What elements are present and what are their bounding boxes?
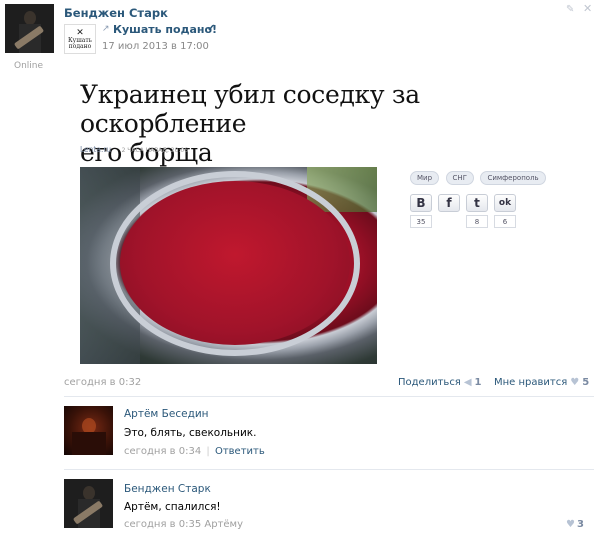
article-tags: Мир СНГ Симферополь [410, 170, 549, 185]
vk-share: В 35 [410, 194, 432, 228]
share-buttons: В 35 f t 8 ok 6 [410, 194, 516, 228]
comment-date[interactable]: сегодня в 0:35 Артёму [124, 519, 243, 530]
group-logo[interactable]: ✕ Кушать подано [64, 24, 96, 54]
twitter-icon[interactable]: t [466, 194, 488, 212]
article-photo[interactable] [80, 167, 377, 364]
post-author-name[interactable]: Бенджен Старк [64, 6, 168, 20]
vk-share-count: 35 [410, 215, 432, 228]
close-icon[interactable]: ✕ [583, 3, 593, 14]
vk-icon[interactable]: В [410, 194, 432, 212]
facebook-share: f [438, 194, 460, 228]
post-date[interactable]: сегодня в 0:32 [64, 377, 141, 388]
comment-1: Артём Беседин Это, блять, свекольник. се… [64, 404, 594, 464]
reply-link[interactable]: Ответить [215, 446, 265, 457]
comment-like-count: 3 [576, 519, 584, 530]
share-action[interactable]: Поделиться ◀ 1 [398, 377, 482, 388]
comment-meta: сегодня в 0:34 | Ответить [124, 446, 265, 457]
twitter-share-count: 8 [466, 215, 488, 228]
verified-check-icon: ✔ [207, 23, 216, 34]
odnoklassniki-share: ok 6 [494, 194, 516, 228]
article-source-name: Lenta.ru [80, 145, 112, 154]
heart-icon: ♥ [566, 519, 575, 530]
online-status: Online [14, 61, 44, 71]
article-time: 2 ЧАСА НАЗАД, 20:06 [121, 147, 189, 154]
twitter-share: t 8 [466, 194, 488, 228]
facebook-icon[interactable]: f [438, 194, 460, 212]
comment-separator: | [206, 446, 210, 457]
odnoklassniki-share-count: 6 [494, 215, 516, 228]
like-action[interactable]: Мне нравится ♥ 5 [494, 377, 589, 388]
like-label: Мне нравится [494, 377, 568, 388]
divider [64, 469, 594, 470]
author-avatar[interactable] [5, 4, 54, 53]
comment-text: Это, блять, свекольник. [124, 427, 257, 439]
tag-mir[interactable]: Мир [410, 171, 440, 185]
heart-icon: ♥ [570, 377, 580, 388]
article-source: Lenta.ru 2 ЧАСА НАЗАД, 20:06 [80, 145, 188, 154]
group-logo-text: Кушать подано [68, 36, 92, 50]
share-label: Поделиться [398, 377, 461, 388]
share-count: 1 [474, 377, 482, 388]
odnoklassniki-icon[interactable]: ok [494, 194, 516, 212]
comment-author[interactable]: Артём Беседин [124, 408, 209, 420]
facebook-share-count [438, 215, 460, 228]
comment-text: Артём, спалился! [124, 501, 221, 513]
comment-author[interactable]: Бенджен Старк [124, 483, 211, 495]
megaphone-icon: ◀ [463, 377, 472, 388]
comment-date[interactable]: сегодня в 0:34 [124, 446, 201, 457]
repost-icon: ↗ [102, 24, 110, 34]
tag-sng[interactable]: СНГ [445, 171, 474, 185]
repost-group-name[interactable]: Кушать подано! [113, 23, 217, 36]
edit-icon[interactable]: ✎ [566, 5, 576, 15]
commenter-avatar[interactable] [64, 406, 113, 455]
article-title-line1: Украинец убил соседку за оскорбление [80, 80, 420, 138]
repost-date[interactable]: 17 июл 2013 в 17:00 [102, 41, 209, 52]
comment-2: Бенджен Старк Артём, спалился! сегодня в… [64, 477, 594, 537]
commenter-avatar[interactable] [64, 479, 113, 528]
comment-like[interactable]: ♥ 3 [566, 519, 584, 530]
divider [64, 396, 594, 397]
like-count: 5 [582, 377, 590, 388]
tag-simferopol[interactable]: Симферополь [480, 171, 546, 185]
